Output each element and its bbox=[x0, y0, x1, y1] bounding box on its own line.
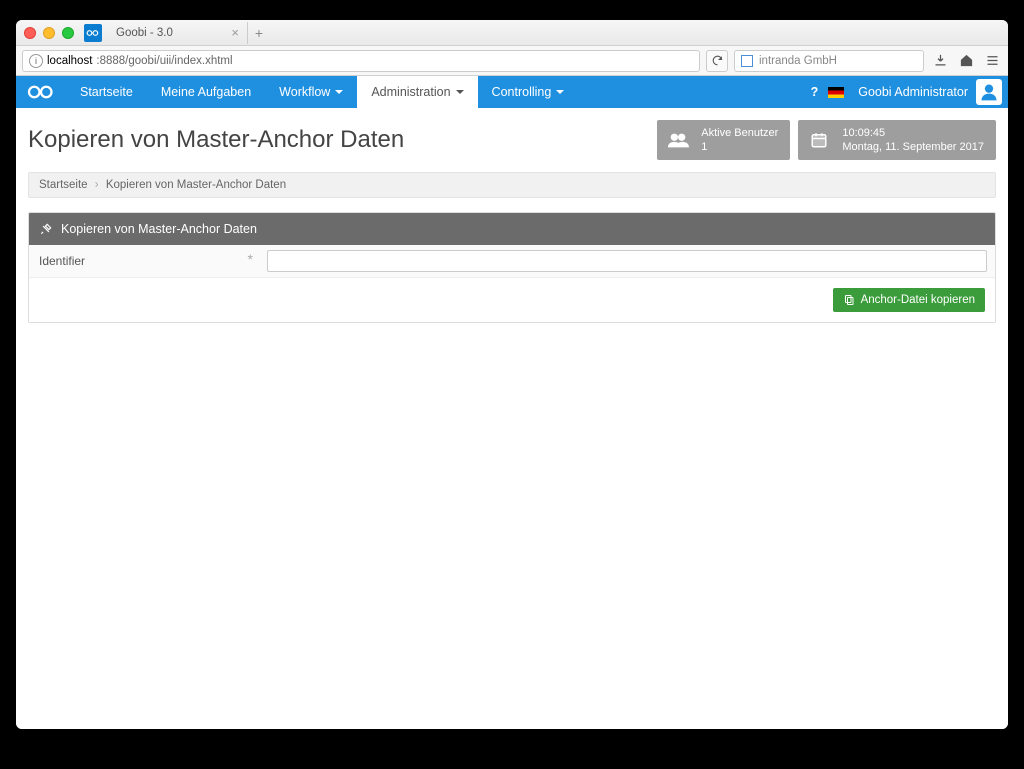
search-box[interactable]: intranda GmbH bbox=[734, 50, 924, 72]
panel-footer: Anchor-Datei kopieren bbox=[29, 278, 995, 322]
required-asterisk: * bbox=[248, 251, 253, 267]
form-panel: Kopieren von Master-Anchor Daten Identif… bbox=[28, 212, 996, 323]
page-content: Kopieren von Master-Anchor Daten Aktive … bbox=[16, 108, 1008, 729]
chevron-down-icon bbox=[456, 90, 464, 94]
nav-controlling[interactable]: Controlling bbox=[478, 76, 579, 108]
browser-tabstrip: Goobi - 3.0 × + bbox=[84, 22, 270, 44]
users-icon bbox=[665, 131, 691, 149]
chevron-down-icon bbox=[335, 90, 343, 94]
language-flag-de[interactable] bbox=[828, 87, 844, 98]
page-title: Kopieren von Master-Anchor Daten bbox=[28, 120, 649, 154]
help-button[interactable]: ? bbox=[811, 85, 819, 99]
current-user-name[interactable]: Goobi Administrator bbox=[858, 85, 968, 99]
browser-tab[interactable]: Goobi - 3.0 × bbox=[108, 22, 248, 44]
browser-window: Goobi - 3.0 × + i localhost :8888/goobi/u… bbox=[16, 20, 1008, 729]
breadcrumb-separator: › bbox=[95, 179, 99, 191]
breadcrumb: Startseite › Kopieren von Master-Anchor … bbox=[28, 172, 996, 198]
site-info-icon[interactable]: i bbox=[29, 54, 43, 68]
app-logo[interactable] bbox=[16, 83, 66, 101]
close-tab-icon[interactable]: × bbox=[231, 25, 239, 40]
user-menu-button[interactable] bbox=[976, 79, 1002, 105]
nav-workflow[interactable]: Workflow bbox=[265, 76, 357, 108]
tab-favicon bbox=[84, 24, 102, 42]
breadcrumb-root[interactable]: Startseite bbox=[39, 179, 88, 191]
nav-meine-aufgaben[interactable]: Meine Aufgaben bbox=[147, 76, 265, 108]
reload-button[interactable] bbox=[706, 50, 728, 72]
nav-startseite[interactable]: Startseite bbox=[66, 76, 147, 108]
home-button[interactable] bbox=[956, 51, 976, 71]
nav-administration[interactable]: Administration bbox=[357, 76, 477, 108]
url-host: localhost bbox=[47, 55, 92, 67]
downloads-button[interactable] bbox=[930, 51, 950, 71]
datetime-box: 10:09:45 Montag, 11. September 2017 bbox=[798, 120, 996, 160]
form-row-identifier: Identifier * bbox=[29, 245, 995, 278]
identifier-input[interactable] bbox=[267, 250, 987, 272]
minimize-window-button[interactable] bbox=[43, 27, 55, 39]
search-placeholder: intranda GmbH bbox=[759, 55, 837, 67]
app-navbar: Startseite Meine Aufgaben Workflow Admin… bbox=[16, 76, 1008, 108]
active-users-count: 1 bbox=[701, 140, 778, 154]
copy-anchor-button[interactable]: Anchor-Datei kopieren bbox=[833, 288, 985, 312]
panel-header: Kopieren von Master-Anchor Daten bbox=[29, 213, 995, 245]
chevron-down-icon bbox=[556, 90, 564, 94]
empty-space bbox=[28, 337, 996, 717]
close-window-button[interactable] bbox=[24, 27, 36, 39]
active-users-box[interactable]: Aktive Benutzer 1 bbox=[657, 120, 790, 160]
new-tab-button[interactable]: + bbox=[248, 22, 270, 44]
mac-titlebar: Goobi - 3.0 × + bbox=[16, 20, 1008, 46]
copy-button-label: Anchor-Datei kopieren bbox=[861, 294, 975, 306]
search-engine-icon bbox=[741, 55, 753, 67]
window-controls bbox=[24, 27, 74, 39]
url-path: :8888/goobi/uii/index.xhtml bbox=[96, 55, 232, 67]
tab-title: Goobi - 3.0 bbox=[116, 27, 173, 39]
menu-button[interactable] bbox=[982, 51, 1002, 71]
identifier-label: Identifier * bbox=[29, 247, 259, 275]
copy-icon bbox=[843, 294, 855, 306]
page-header-row: Kopieren von Master-Anchor Daten Aktive … bbox=[28, 120, 996, 160]
panel-title: Kopieren von Master-Anchor Daten bbox=[61, 222, 257, 236]
breadcrumb-current: Kopieren von Master-Anchor Daten bbox=[106, 179, 286, 191]
current-date: Montag, 11. September 2017 bbox=[842, 140, 984, 154]
current-time: 10:09:45 bbox=[842, 126, 984, 140]
plug-icon bbox=[39, 222, 53, 236]
url-toolbar: i localhost :8888/goobi/uii/index.xhtml i… bbox=[16, 46, 1008, 76]
address-bar[interactable]: i localhost :8888/goobi/uii/index.xhtml bbox=[22, 50, 700, 72]
calendar-icon bbox=[806, 131, 832, 149]
maximize-window-button[interactable] bbox=[62, 27, 74, 39]
active-users-label: Aktive Benutzer bbox=[701, 126, 778, 140]
